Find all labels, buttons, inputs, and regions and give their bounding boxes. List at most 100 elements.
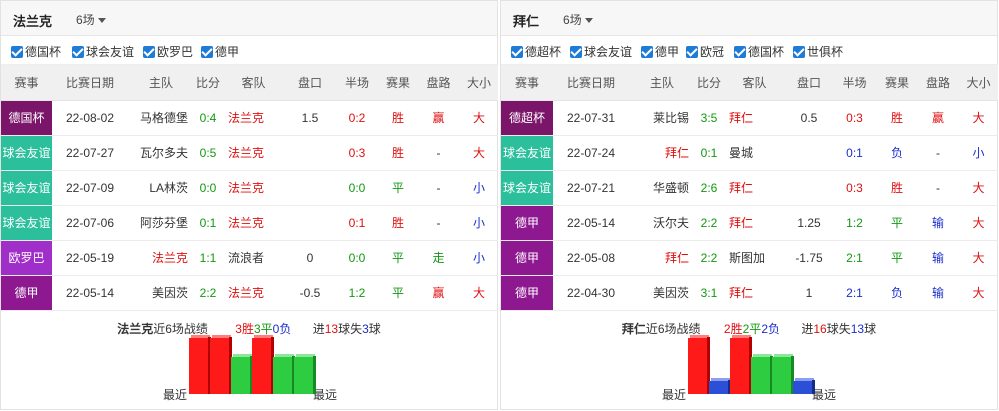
form-bar-draw (294, 354, 316, 394)
away-team-cell[interactable]: 曼城 (723, 135, 786, 171)
match-row[interactable]: 球会友谊 22-07-21 华盛顿 2:6 拜仁 0:3 胜 - 大 (501, 170, 998, 206)
competition-cell[interactable]: 球会友谊 (1, 135, 52, 171)
handicap-cell (786, 135, 832, 171)
left-filter-0[interactable]: 德国杯 (11, 43, 61, 60)
left-filter-label: 德甲 (215, 45, 240, 59)
half-score-cell: 0:0 (335, 170, 379, 206)
match-row[interactable]: 球会友谊 22-07-09 LA林茨 0:0 法兰克 0:0 平 - 小 (1, 170, 498, 206)
half-score-cell: 1:2 (335, 275, 379, 311)
right-filter-label: 欧冠 (700, 45, 725, 59)
col-header-over-under: 大小 (959, 65, 998, 101)
competition-cell[interactable]: 球会友谊 (501, 170, 553, 206)
competition-cell[interactable]: 球会友谊 (501, 135, 553, 171)
match-row[interactable]: 球会友谊 22-07-27 瓦尔多夫 0:5 法兰克 0:3 胜 - 大 (1, 135, 498, 171)
home-team-cell[interactable]: 华盛顿 (629, 170, 695, 206)
match-row[interactable]: 球会友谊 22-07-06 阿莎芬堡 0:1 法兰克 0:1 胜 - 小 (1, 205, 498, 241)
result-cell: 胜 (877, 170, 917, 206)
match-row[interactable]: 球会友谊 22-07-24 拜仁 0:1 曼城 0:1 负 - 小 (501, 135, 998, 171)
line-cell: - (417, 170, 460, 206)
competition-cell[interactable]: 球会友谊 (1, 205, 52, 241)
competition-cell[interactable]: 欧罗巴 (1, 240, 52, 276)
match-row[interactable]: 欧罗巴 22-05-19 法兰克 1:1 流浪者 0 0:0 平走小 (1, 240, 498, 276)
far-label: 最远 (313, 388, 338, 402)
competition-cell[interactable]: 德甲 (501, 205, 553, 241)
right-filter-label: 德超杯 (525, 45, 562, 59)
home-team-cell[interactable]: 拜仁 (629, 135, 695, 171)
left-competition-filters: 德国杯 球会友谊 欧罗巴 德甲 (1, 36, 497, 65)
away-team-cell[interactable]: 法兰克 (222, 275, 285, 311)
home-team-cell[interactable]: 法兰克 (128, 240, 194, 276)
home-team-cell[interactable]: 莱比锡 (629, 100, 695, 136)
line-cell: - (417, 135, 460, 171)
col-header-competition: 赛事 (1, 65, 52, 101)
home-team-cell[interactable]: 阿莎芬堡 (128, 205, 194, 241)
away-team-cell[interactable]: 法兰克 (222, 170, 285, 206)
col-header-score: 比分 (194, 65, 222, 101)
right-filter-0[interactable]: 德超杯 (511, 43, 561, 60)
half-score-cell: 0:3 (832, 100, 877, 136)
left-filter-2[interactable]: 欧罗巴 (143, 43, 193, 60)
left-filter-1[interactable]: 球会友谊 (72, 43, 134, 60)
right-filter-3[interactable]: 欧冠 (686, 43, 724, 60)
summary-losses-label: 负 (279, 322, 292, 336)
away-team-cell[interactable]: 拜仁 (723, 170, 786, 206)
left-table-body: 德国杯 22-08-02 马格德堡 0:4 法兰克 1.5 0:2 胜赢大球会友谊 22-07-… (1, 100, 498, 311)
recent-label: 最近 (662, 388, 687, 402)
away-team-cell[interactable]: 法兰克 (222, 205, 285, 241)
form-bar-win (252, 335, 274, 394)
chevron-down-icon (97, 18, 106, 24)
away-team-cell[interactable]: 法兰克 (222, 100, 285, 136)
match-row[interactable]: 德甲 22-05-14 沃尔夫 2:2 拜仁 1.25 1:2 平输大 (501, 205, 998, 241)
summary-goals-for: 16 (813, 322, 827, 336)
competition-cell[interactable]: 德国杯 (1, 100, 52, 136)
home-team-cell[interactable]: 沃尔夫 (629, 205, 695, 241)
home-team-cell[interactable]: 美因茨 (629, 275, 695, 311)
match-row[interactable]: 德超杯 22-07-31 莱比锡 3:5 拜仁 0.5 0:3 胜赢大 (501, 100, 998, 136)
handicap-cell: 1.25 (786, 205, 832, 241)
right-match-count-select[interactable]: 6场 (563, 11, 593, 28)
col-header-score: 比分 (695, 65, 723, 101)
away-team-cell[interactable]: 法兰克 (222, 135, 285, 171)
away-team-cell[interactable]: 拜仁 (723, 100, 786, 136)
home-team-cell[interactable]: LA林茨 (128, 170, 194, 206)
home-team-cell[interactable]: 瓦尔多夫 (128, 135, 194, 171)
right-team-panel: 拜仁 6场 德超杯 球会友谊 德甲 欧冠 德国杯 世俱杯 赛事 比赛日期 主队 … (500, 0, 998, 410)
right-filter-5[interactable]: 世俱杯 (793, 43, 843, 60)
summary-losses-label: 负 (768, 322, 781, 336)
date-cell: 22-05-08 (553, 240, 629, 276)
home-team-cell[interactable]: 美因茨 (128, 275, 194, 311)
away-team-cell[interactable]: 流浪者 (222, 240, 285, 276)
home-team-cell[interactable]: 马格德堡 (128, 100, 194, 136)
match-row[interactable]: 德国杯 22-08-02 马格德堡 0:4 法兰克 1.5 0:2 胜赢大 (1, 100, 498, 136)
left-filter-label: 球会友谊 (86, 45, 135, 59)
left-match-count-select[interactable]: 6场 (76, 11, 106, 28)
competition-cell[interactable]: 德甲 (1, 275, 52, 311)
summary-draws-label: 平 (749, 322, 762, 336)
half-score-cell: 0:0 (335, 240, 379, 276)
checkbox-checked-icon (686, 45, 698, 58)
away-team-cell[interactable]: 拜仁 (723, 275, 786, 311)
competition-cell[interactable]: 德甲 (501, 240, 553, 276)
right-filter-2[interactable]: 德甲 (641, 43, 679, 60)
match-row[interactable]: 德甲 22-04-30 美因茨 3:1 拜仁 1 2:1 负输大 (501, 275, 998, 311)
match-row[interactable]: 德甲 22-05-14 美因茨 2:2 法兰克 -0.5 1:2 平赢大 (1, 275, 498, 311)
chevron-down-icon (584, 18, 593, 24)
form-bar-win (688, 335, 710, 394)
half-score-cell: 0:3 (832, 170, 877, 206)
competition-cell[interactable]: 德甲 (501, 275, 553, 311)
away-team-cell[interactable]: 斯图加 (723, 240, 786, 276)
home-team-cell[interactable]: 拜仁 (629, 240, 695, 276)
match-row[interactable]: 德甲 22-05-08 拜仁 2:2 斯图加 -1.75 2:1 平输大 (501, 240, 998, 276)
away-team-cell[interactable]: 拜仁 (723, 205, 786, 241)
col-header-home: 主队 (629, 65, 695, 101)
competition-cell[interactable]: 球会友谊 (1, 170, 52, 206)
right-filter-1[interactable]: 球会友谊 (570, 43, 632, 60)
competition-cell[interactable]: 德超杯 (501, 100, 553, 136)
right-filter-4[interactable]: 德国杯 (734, 43, 784, 60)
left-form-chart: 最近 最远 (161, 335, 351, 411)
checkbox-checked-icon (143, 45, 155, 58)
left-filter-3[interactable]: 德甲 (201, 43, 239, 60)
summary-goals-label: 球失 (338, 322, 363, 336)
form-bar-loss (709, 378, 731, 394)
form-bar-draw (231, 354, 253, 394)
